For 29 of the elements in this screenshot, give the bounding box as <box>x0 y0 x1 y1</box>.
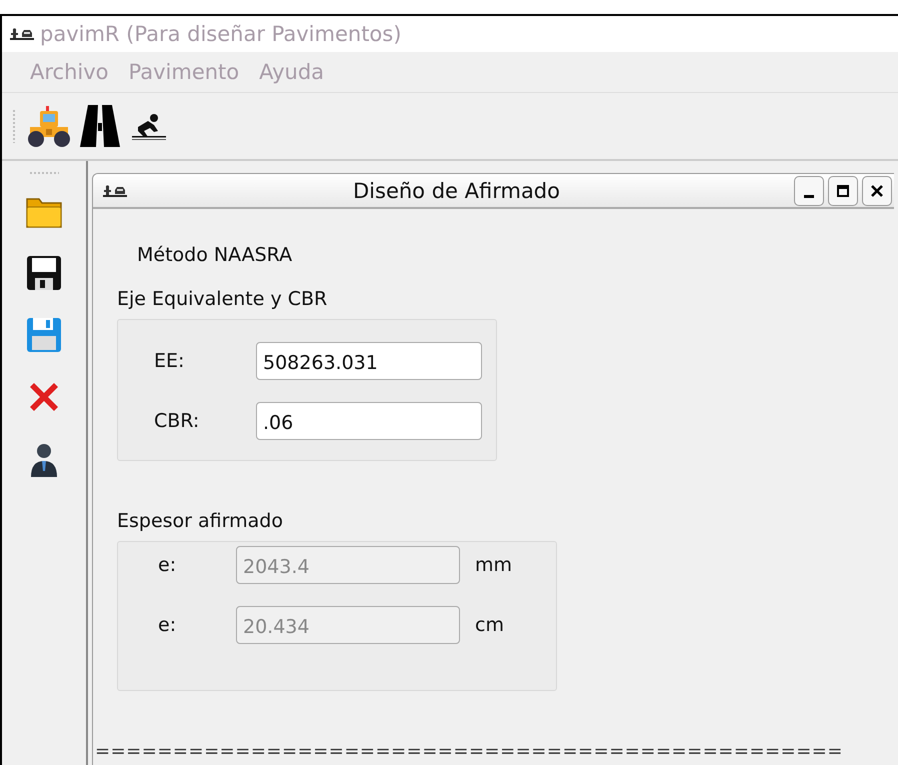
toolbar-grip[interactable] <box>29 171 59 175</box>
close-icon <box>870 184 884 198</box>
field-label: EE: <box>153 351 186 371</box>
road-icon[interactable] <box>80 103 120 149</box>
toolbar-grip[interactable] <box>12 109 16 143</box>
maximize-icon <box>836 184 850 198</box>
unit-label: mm <box>475 555 512 575</box>
app-logo-icon <box>10 28 34 40</box>
close-button[interactable] <box>862 176 892 206</box>
app-logo-icon <box>103 184 127 196</box>
menu-item[interactable]: Ayuda <box>259 60 324 84</box>
window-title: Diseño de Afirmado <box>353 178 560 202</box>
separator-text: ================================================ <box>95 743 843 761</box>
group-title: Espesor afirmado <box>117 511 283 531</box>
minimize-button[interactable] <box>794 176 824 206</box>
menu-item[interactable]: Pavimento <box>128 60 240 84</box>
field-label: CBR: <box>153 411 200 431</box>
input-field[interactable]: .06 <box>256 402 482 440</box>
unit-label: cm <box>475 615 504 635</box>
maximize-button[interactable] <box>828 176 858 206</box>
menu-item[interactable]: Archivo <box>30 60 109 84</box>
method-label: Método NAASRA <box>137 245 292 265</box>
minimize-icon <box>804 195 814 198</box>
field-label: e: <box>157 555 178 575</box>
window-title: pavimR (Para diseñar Pavimentos) <box>40 22 402 46</box>
field-label: e: <box>157 615 178 635</box>
input-field[interactable]: 508263.031 <box>256 342 482 380</box>
group-title: Eje Equivalente y CBR <box>117 289 328 309</box>
road-roller-icon[interactable] <box>26 103 72 149</box>
